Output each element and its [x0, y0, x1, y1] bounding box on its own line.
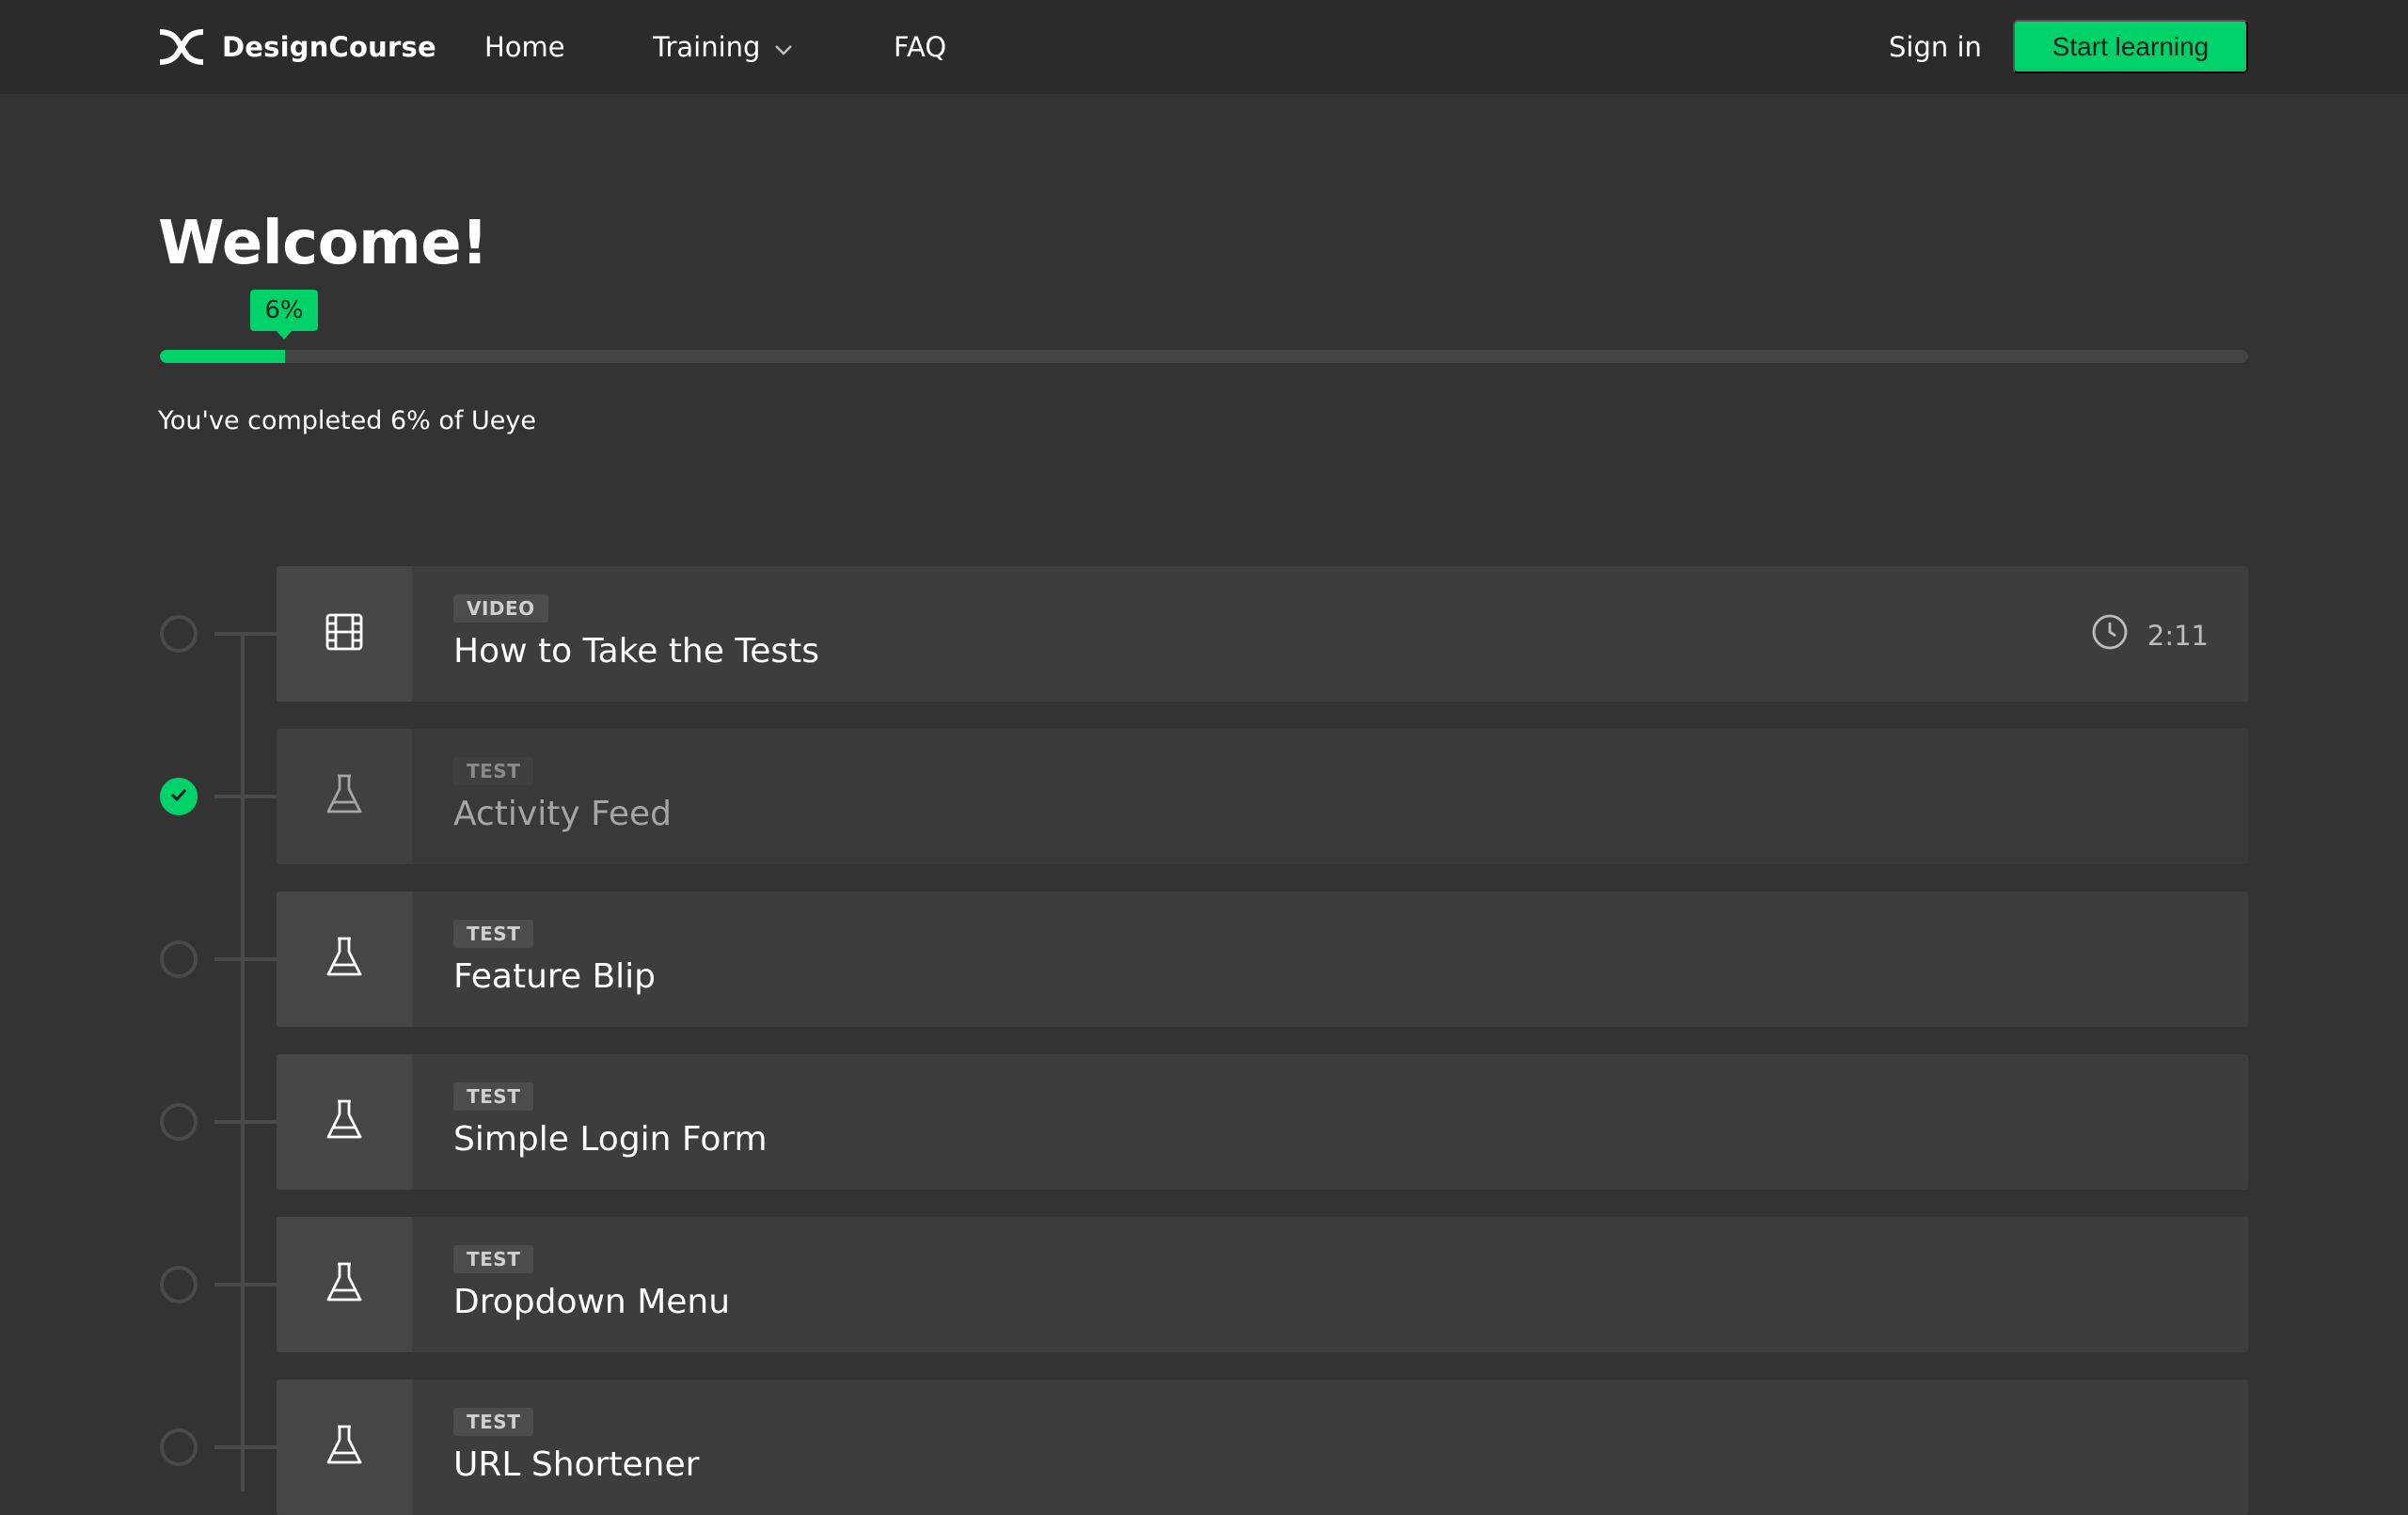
lesson-item[interactable]: TEST Feature Blip — [0, 892, 2408, 1027]
lesson-title: Activity Feed — [453, 795, 672, 833]
course-progress-fill — [160, 350, 286, 363]
flask-icon — [324, 935, 365, 984]
nav-training-label: Training — [653, 31, 761, 63]
top-navbar: DesignCourse Home Training FAQ Sign in S… — [0, 0, 2408, 94]
lesson-type-tag: TEST — [453, 1082, 534, 1111]
lesson-title: Dropdown Menu — [453, 1283, 731, 1321]
timeline-connector — [214, 957, 277, 961]
designcourse-logo-icon — [158, 29, 205, 65]
start-learning-button[interactable]: Start learning — [2013, 20, 2248, 73]
lesson-duration-text: 2:11 — [2147, 619, 2209, 652]
sign-in-link[interactable]: Sign in — [1889, 28, 1982, 66]
timeline-connector — [214, 1445, 277, 1449]
flask-icon — [324, 772, 365, 821]
course-progress-bar — [160, 350, 2248, 363]
lesson-type-tag: TEST — [453, 1245, 534, 1273]
timeline-connector — [214, 1283, 277, 1286]
lesson-type-tag: TEST — [453, 920, 534, 948]
brand-logo-link[interactable]: DesignCourse — [158, 26, 436, 68]
flask-icon — [324, 1423, 365, 1472]
lesson-item[interactable]: TEST Activity Feed — [0, 729, 2408, 864]
lesson-status-circle — [160, 940, 198, 978]
lesson-card[interactable]: VIDEO How to Take the Tests 2:11 — [277, 566, 2248, 702]
film-icon — [324, 611, 365, 656]
lesson-status-circle-completed — [160, 778, 198, 815]
lesson-icon-box — [277, 1380, 412, 1515]
lesson-card[interactable]: TEST Simple Login Form — [277, 1054, 2248, 1190]
nav-training-dropdown[interactable]: Training — [653, 28, 794, 66]
lesson-icon-box — [277, 1054, 412, 1190]
lesson-icon-box — [277, 892, 412, 1027]
lesson-icon-box — [277, 1217, 412, 1352]
lesson-icon-box — [277, 729, 412, 864]
lesson-item[interactable]: VIDEO How to Take the Tests 2:11 — [0, 566, 2408, 702]
lesson-type-tag: TEST — [453, 1408, 534, 1436]
timeline-connector — [214, 632, 277, 636]
lesson-title: Simple Login Form — [453, 1120, 768, 1159]
lesson-status-circle — [160, 1428, 198, 1466]
lesson-status-circle — [160, 615, 198, 653]
timeline-connector — [214, 795, 277, 798]
flask-icon — [324, 1260, 365, 1309]
lesson-card[interactable]: TEST URL Shortener — [277, 1380, 2248, 1515]
flask-icon — [324, 1097, 365, 1146]
lesson-card[interactable]: TEST Activity Feed — [277, 729, 2248, 864]
lesson-icon-box — [277, 566, 412, 702]
lesson-item[interactable]: TEST Dropdown Menu — [0, 1217, 2408, 1352]
lesson-title: How to Take the Tests — [453, 632, 819, 671]
lesson-title: Feature Blip — [453, 957, 657, 996]
progress-summary-text: You've completed 6% of Ueye — [158, 406, 536, 435]
lesson-item[interactable]: TEST URL Shortener — [0, 1380, 2408, 1515]
lesson-type-tag: VIDEO — [453, 594, 548, 623]
lesson-card[interactable]: TEST Dropdown Menu — [277, 1217, 2248, 1352]
lesson-card[interactable]: TEST Feature Blip — [277, 892, 2248, 1027]
checkmark-icon — [168, 784, 189, 809]
timeline-connector — [214, 1120, 277, 1124]
progress-percent-badge: 6% — [250, 290, 318, 339]
nav-faq-link[interactable]: FAQ — [894, 28, 946, 66]
page-title: Welcome! — [158, 209, 488, 278]
lesson-type-tag: TEST — [453, 757, 534, 785]
lesson-title: URL Shortener — [453, 1445, 700, 1484]
lesson-duration: 2:11 — [2091, 613, 2209, 657]
lesson-status-circle — [160, 1266, 198, 1303]
chevron-down-icon — [773, 28, 794, 66]
lesson-status-circle — [160, 1103, 198, 1141]
brand-name: DesignCourse — [222, 31, 436, 63]
clock-icon — [2091, 613, 2129, 657]
nav-home-link[interactable]: Home — [484, 28, 565, 66]
lesson-item[interactable]: TEST Simple Login Form — [0, 1054, 2408, 1190]
